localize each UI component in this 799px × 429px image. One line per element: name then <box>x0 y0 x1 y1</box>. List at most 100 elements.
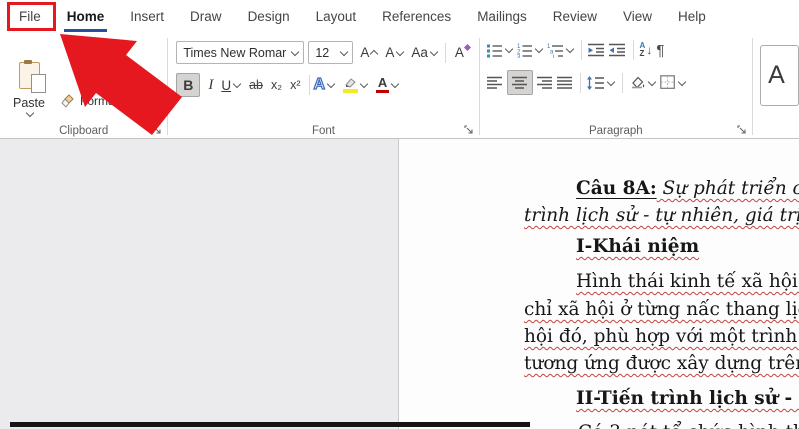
borders-button[interactable] <box>659 75 686 90</box>
highlight-button[interactable] <box>343 77 369 93</box>
tab-review[interactable]: Review <box>540 0 610 32</box>
tab-design[interactable]: Design <box>235 0 303 32</box>
tab-help[interactable]: Help <box>665 0 719 32</box>
bold-icon: B <box>183 77 194 93</box>
divider <box>632 40 634 60</box>
bold-button[interactable]: B <box>176 73 201 97</box>
font-color-icon: A <box>376 76 390 94</box>
italic-button[interactable]: I <box>208 77 213 94</box>
bullets-button[interactable] <box>486 43 513 58</box>
sort-button[interactable]: A Z ↓ <box>640 42 653 58</box>
bottom-bar <box>10 422 530 427</box>
text-effects-button[interactable]: A <box>313 75 336 94</box>
subscript-icon: x₂ <box>270 78 283 92</box>
align-center-button[interactable] <box>506 70 533 95</box>
multilevel-list-icon: 1 a i <box>547 44 563 58</box>
chevron-down-icon <box>390 79 400 89</box>
clear-formatting-icon: A <box>454 45 464 60</box>
line-spacing-button[interactable] <box>586 75 615 90</box>
strikethrough-icon: ab <box>249 78 263 92</box>
styles-gallery-partial[interactable]: A <box>760 45 799 106</box>
tab-references[interactable]: References <box>369 0 464 32</box>
clipboard-group-label: Clipboard <box>59 125 109 137</box>
underline-button[interactable]: U <box>221 77 242 93</box>
svg-text:3: 3 <box>517 54 521 58</box>
chevron-down-icon <box>359 79 369 89</box>
tab-references-label: References <box>382 8 452 24</box>
change-case-button[interactable]: Aa <box>411 45 439 60</box>
chevron-down-icon <box>25 108 35 117</box>
shrink-font-button[interactable]: A <box>385 45 405 60</box>
doc-line: chỉ xã hội ở từng nấc thang lịch sử nhấ <box>524 299 799 320</box>
copy-button[interactable] <box>61 62 159 84</box>
document-page[interactable]: Câu 8A: Sự phát triển các HTK trình lịch… <box>398 139 799 429</box>
superscript-button[interactable]: x² <box>290 78 300 92</box>
doc-heading: II-Tiến trình lịch sử - tự nhiên <box>576 388 799 409</box>
tab-insert[interactable]: Insert <box>117 0 177 32</box>
paste-button[interactable]: Paste <box>9 39 49 138</box>
tab-mailings[interactable]: Mailings <box>464 0 540 32</box>
highlighter-icon <box>343 77 359 93</box>
paste-label: Paste <box>13 95 45 110</box>
tab-help-label: Help <box>678 8 706 24</box>
font-row-2: B I U ab x₂ x² A A <box>176 73 478 97</box>
grow-font-button[interactable]: A <box>360 45 379 60</box>
divider <box>579 72 581 93</box>
ribbon-home: Paste ✂ Format Painter Clipboard Times N… <box>0 32 799 139</box>
chevron-down-icon <box>232 79 242 89</box>
sort-icon: A Z <box>639 41 646 58</box>
tab-view[interactable]: View <box>610 0 665 32</box>
divider <box>444 42 446 63</box>
increase-indent-button[interactable] <box>608 43 626 57</box>
doc-line: trình lịch sử - tự nhiên, giá trị khoa h… <box>524 205 799 226</box>
format-painter-button[interactable]: Format Painter <box>61 94 159 108</box>
cut-button[interactable]: ✂ <box>61 42 159 56</box>
align-center-icon <box>511 76 527 89</box>
tab-review-label: Review <box>552 8 597 24</box>
tab-draw[interactable]: Draw <box>177 0 235 32</box>
font-name-select[interactable]: Times New Romar <box>176 41 305 64</box>
paragraph-group: 1 2 3 1 a i A Z ↓ ¶ Paragraph <box>480 32 753 138</box>
underline-icon: U <box>221 77 232 93</box>
tab-view-label: View <box>622 8 653 24</box>
shading-button[interactable] <box>629 75 656 90</box>
chevron-down-icon <box>396 47 405 56</box>
annotation-highlight-box <box>7 2 56 31</box>
chevron-down-icon <box>534 44 543 54</box>
tab-home[interactable]: Home <box>54 0 118 32</box>
pilcrow-icon: ¶ <box>656 41 665 59</box>
decrease-indent-button[interactable] <box>587 43 605 57</box>
justify-icon <box>556 76 572 89</box>
bullets-icon <box>486 44 502 57</box>
strikethrough-button[interactable]: ab <box>249 78 263 92</box>
text-effects-icon: A <box>313 75 326 93</box>
chevron-down-icon <box>565 44 574 54</box>
tab-home-label: Home <box>66 8 105 24</box>
tab-insert-label: Insert <box>130 8 165 24</box>
align-left-button[interactable] <box>486 76 503 90</box>
numbering-button[interactable]: 1 2 3 <box>517 43 543 58</box>
show-formatting-marks-button[interactable]: ¶ <box>656 42 664 59</box>
italic-icon: I <box>208 76 214 93</box>
chevron-down-icon <box>291 47 300 56</box>
paragraph-group-label: Paragraph <box>588 125 643 137</box>
multilevel-list-button[interactable]: 1 a i <box>547 43 574 58</box>
chevron-down-icon <box>326 79 336 89</box>
change-case-icon: Aa <box>411 45 428 60</box>
subscript-button[interactable]: x₂ <box>271 78 282 92</box>
font-color-button[interactable]: A <box>376 76 400 94</box>
align-right-button[interactable] <box>536 76 553 90</box>
eraser-icon <box>463 43 471 52</box>
tab-design-label: Design <box>247 8 290 24</box>
borders-icon <box>659 75 675 89</box>
font-dialog-launcher[interactable] <box>464 125 474 135</box>
chevron-down-icon <box>677 77 686 86</box>
clipboard-dialog-launcher[interactable] <box>152 125 162 135</box>
chevron-down-icon <box>504 44 513 54</box>
tab-layout[interactable]: Layout <box>303 0 370 32</box>
justify-button[interactable] <box>556 76 573 90</box>
clear-formatting-button[interactable]: A <box>454 43 471 60</box>
paragraph-dialog-launcher[interactable] <box>737 125 747 135</box>
format-painter-label: Format Painter <box>80 94 160 108</box>
font-size-select[interactable]: 12 <box>308 41 354 64</box>
